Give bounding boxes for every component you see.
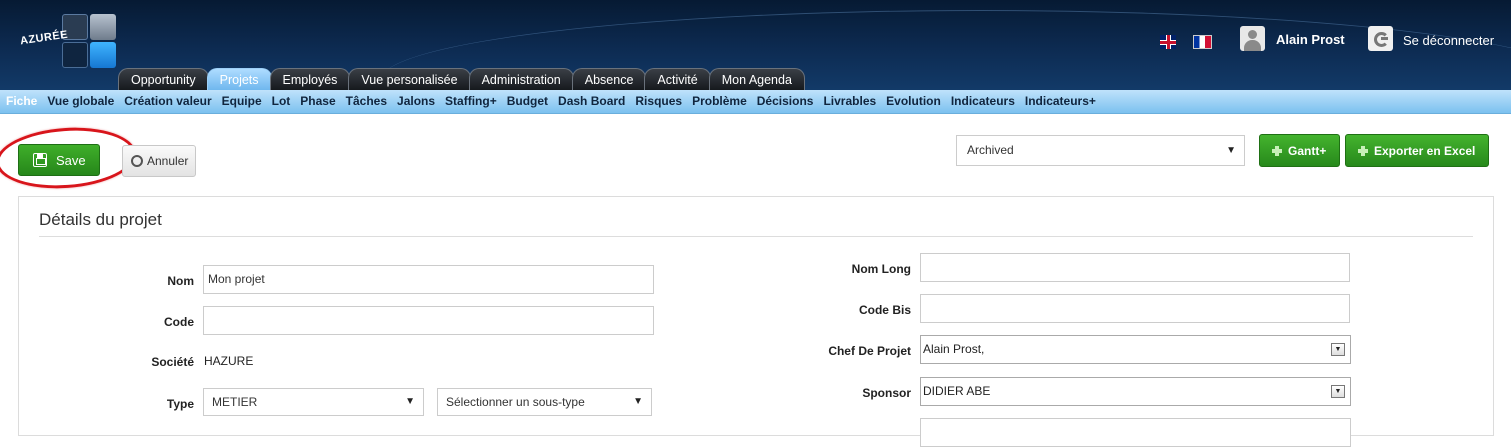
subnav-creation-valeur[interactable]: Création valeur [124, 90, 211, 113]
gantt-label: Gantt+ [1288, 143, 1327, 158]
save-button[interactable]: Save [18, 144, 100, 176]
uk-flag-icon[interactable] [1160, 35, 1176, 49]
export-excel-label: Exporter en Excel [1374, 143, 1476, 158]
main-tabs: Opportunity Projets Employés Vue persona… [118, 68, 805, 90]
subnav-phase[interactable]: Phase [300, 90, 335, 113]
subtype-value: Sélectionner un sous-type [446, 395, 585, 409]
type-select[interactable]: METIER ▼ [203, 388, 424, 416]
code-input[interactable] [203, 306, 654, 335]
subnav-jalons[interactable]: Jalons [397, 90, 435, 113]
user-icon[interactable] [1240, 26, 1265, 51]
gantt-button[interactable]: Gantt+ [1259, 134, 1340, 167]
subnav-dash-board[interactable]: Dash Board [558, 90, 625, 113]
sub-navigation: Fiche Vue globale Création valeur Equipe… [0, 90, 1511, 114]
type-value: METIER [212, 395, 258, 409]
next-field-input[interactable] [920, 418, 1351, 447]
societe-label: Société [151, 355, 194, 369]
project-details-panel: Détails du projet Nom Mon projet Code So… [18, 196, 1494, 447]
subtype-select[interactable]: Sélectionner un sous-type ▼ [437, 388, 652, 416]
chef-de-projet-combo[interactable]: Alain Prost, ▼ [920, 335, 1351, 364]
nom-long-label: Nom Long [851, 262, 911, 276]
chevron-down-icon: ▼ [1226, 145, 1236, 156]
type-label: Type [166, 397, 194, 411]
user-name[interactable]: Alain Prost [1276, 32, 1345, 47]
subnav-evolution[interactable]: Evolution [886, 90, 941, 113]
subnav-lot[interactable]: Lot [272, 90, 291, 113]
divider [39, 236, 1473, 237]
fr-flag-icon[interactable] [1193, 35, 1212, 49]
sponsor-combo[interactable]: DIDIER ABE ▼ [920, 377, 1351, 406]
subnav-staffing[interactable]: Staffing+ [445, 90, 497, 113]
panel-title: Détails du projet [39, 210, 162, 229]
tab-administration[interactable]: Administration [468, 68, 574, 90]
floppy-disk-icon [33, 153, 47, 167]
tab-absence[interactable]: Absence [571, 68, 647, 90]
chevron-down-icon: ▼ [633, 396, 643, 407]
subnav-taches[interactable]: Tâches [346, 90, 387, 113]
code-label: Code [164, 315, 194, 329]
tab-activite[interactable]: Activité [644, 68, 711, 90]
tab-projets[interactable]: Projets [206, 68, 272, 90]
subnav-vue-globale[interactable]: Vue globale [47, 90, 114, 113]
tab-opportunity[interactable]: Opportunity [118, 68, 209, 90]
subnav-indicateurs-plus[interactable]: Indicateurs+ [1025, 90, 1096, 113]
tab-employes[interactable]: Employés [269, 68, 351, 90]
subnav-probleme[interactable]: Problème [692, 90, 747, 113]
sponsor-label: Sponsor [862, 386, 911, 400]
export-excel-button[interactable]: Exporter en Excel [1345, 134, 1489, 167]
nom-long-input[interactable] [920, 253, 1350, 282]
plus-icon [1272, 145, 1282, 156]
nom-input[interactable]: Mon projet [203, 265, 654, 294]
subnav-equipe[interactable]: Equipe [222, 90, 262, 113]
subnav-livrables[interactable]: Livrables [823, 90, 876, 113]
tab-vue-personalisee[interactable]: Vue personalisée [348, 68, 471, 90]
subnav-budget[interactable]: Budget [507, 90, 548, 113]
cancel-button[interactable]: Annuler [122, 145, 196, 177]
plus-icon [1358, 145, 1368, 156]
code-bis-input[interactable] [920, 294, 1350, 323]
subnav-risques[interactable]: Risques [635, 90, 682, 113]
subnav-decisions[interactable]: Décisions [757, 90, 814, 113]
status-value: Archived [967, 143, 1014, 157]
chevron-down-icon[interactable]: ▼ [1331, 343, 1345, 356]
logout-link[interactable]: Se déconnecter [1403, 33, 1494, 48]
chef-de-projet-value: Alain Prost, [923, 342, 985, 356]
logout-icon[interactable] [1368, 26, 1393, 51]
code-bis-label: Code Bis [858, 303, 911, 317]
chef-de-projet-label: Chef De Projet [828, 344, 911, 358]
societe-value: HAZURE [204, 354, 254, 368]
cancel-icon [131, 155, 143, 167]
nom-label: Nom [167, 274, 194, 288]
tab-mon-agenda[interactable]: Mon Agenda [708, 68, 805, 90]
azuree-logo[interactable]: AZURÉE [14, 10, 116, 80]
cancel-label: Annuler [147, 154, 189, 168]
subnav-fiche[interactable]: Fiche [6, 90, 37, 113]
chevron-down-icon[interactable]: ▼ [1331, 385, 1345, 398]
chevron-down-icon: ▼ [405, 396, 415, 407]
app-header: AZURÉE Alain Prost Se déconnecter Opport… [0, 0, 1511, 90]
subnav-indicateurs[interactable]: Indicateurs [951, 90, 1015, 113]
save-label: Save [56, 152, 86, 168]
status-select[interactable]: Archived ▼ [956, 135, 1245, 166]
sponsor-value: DIDIER ABE [923, 384, 991, 398]
